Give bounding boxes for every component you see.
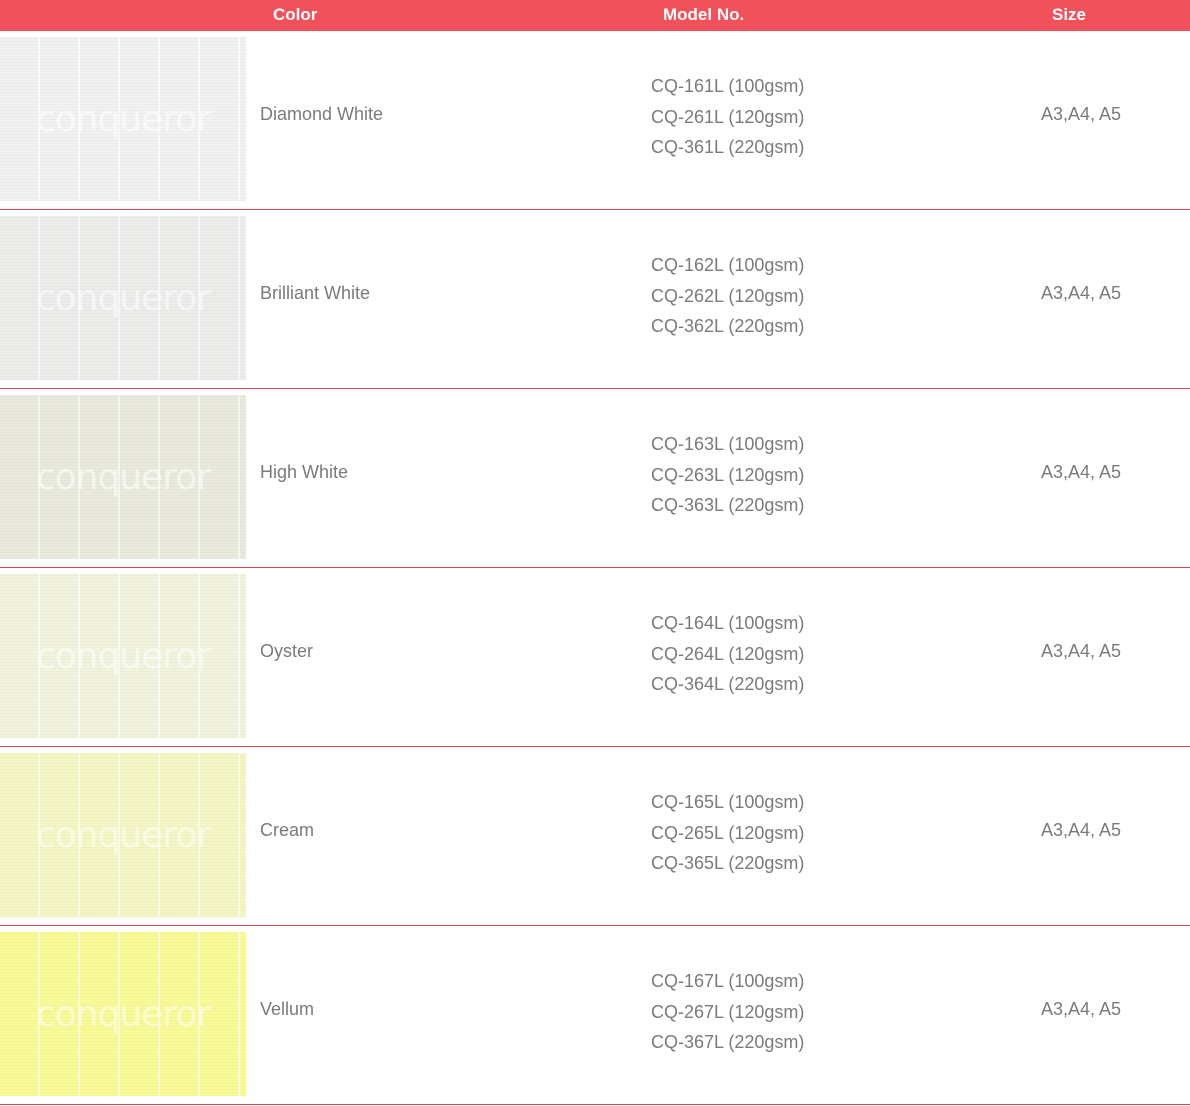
model-number: CQ-361L (220gsm) [651,137,805,157]
model-number: CQ-363L (220gsm) [651,495,805,515]
paper-swatch-image: conqueror [0,932,246,1096]
table-row: conqueror Brilliant White CQ-162L (100gsm)… [0,210,1190,389]
header-size: Size [1052,5,1087,24]
watermark-logo: conqueror [35,457,211,498]
size-value: A3,A4, A5 [1041,999,1122,1019]
model-number: CQ-264L (120gsm) [651,643,805,664]
model-number: CQ-263L (120gsm) [651,464,805,485]
table-row: conqueror Cream CQ-165L (100gsm) CQ-265L (1… [0,747,1190,926]
table-body: conqueror Diamond White CQ-161L (100gsm) CQ… [0,31,1190,1105]
model-number: CQ-163L (100gsm) [651,434,805,454]
size-value: A3,A4, A5 [1041,104,1122,124]
model-number: CQ-165L (100gsm) [651,792,805,812]
table-row: conqueror Diamond White CQ-161L (100gsm) CQ… [0,31,1190,210]
paper-swatch-image: conqueror [0,574,246,738]
model-number: CQ-364L (220gsm) [651,674,805,694]
model-list: CQ-161L (100gsm) CQ-261L (120gsm) CQ-361L … [651,71,804,163]
size-value: A3,A4, A5 [1041,641,1122,661]
paper-swatch-image: conqueror [0,753,246,917]
model-number: CQ-164L (100gsm) [651,613,805,633]
size-value: A3,A4, A5 [1041,283,1122,303]
color-name: Brilliant White [260,283,371,303]
watermark-logo: conqueror [35,636,211,677]
model-list: CQ-163L (100gsm) CQ-263L (120gsm) CQ-363L … [651,429,804,521]
header-model-no: Model No. [663,5,745,24]
table-row: conqueror Vellum CQ-167L (100gsm) CQ-267L (… [0,926,1190,1105]
color-name: Diamond White [260,104,384,124]
model-number: CQ-162L (100gsm) [651,255,805,275]
model-list: CQ-162L (100gsm) CQ-262L (120gsm) CQ-362L … [651,250,804,342]
model-number: CQ-367L (220gsm) [651,1032,805,1052]
model-number: CQ-167L (100gsm) [651,971,805,991]
model-list: CQ-167L (100gsm) CQ-267L (120gsm) CQ-367L … [651,966,804,1058]
watermark-logo: conqueror [35,278,211,319]
watermark-logo: conqueror [35,994,211,1035]
model-list: CQ-165L (100gsm) CQ-265L (120gsm) CQ-365L … [651,787,804,879]
size-value: A3,A4, A5 [1041,462,1122,482]
watermark-logo: conqueror [35,99,211,140]
color-name: Vellum [260,999,315,1019]
model-number: CQ-265L (120gsm) [651,822,805,843]
size-value: A3,A4, A5 [1041,820,1122,840]
paper-swatch-image: conqueror [0,216,246,380]
model-number: CQ-161L (100gsm) [651,76,805,96]
table-header: Color Model No. Size [0,0,1190,31]
watermark-logo: conqueror [35,815,211,856]
model-list: CQ-164L (100gsm) CQ-264L (120gsm) CQ-364L … [651,608,804,700]
paper-swatch-image: conqueror [0,37,246,201]
color-name: Oyster [260,641,314,661]
header-color: Color [273,5,318,24]
table-row: conqueror High White CQ-163L (100gsm) CQ-26… [0,389,1190,568]
model-number: CQ-262L (120gsm) [651,285,805,306]
product-table: Color Model No. Size conqueror Diamond Wh… [0,0,1190,1105]
color-name: High White [260,462,349,482]
model-number: CQ-261L (120gsm) [651,106,805,127]
color-name: Cream [260,820,315,840]
paper-swatch-image: conqueror [0,395,246,559]
model-number: CQ-362L (220gsm) [651,316,805,336]
model-number: CQ-365L (220gsm) [651,853,805,873]
model-number: CQ-267L (120gsm) [651,1001,805,1022]
table-row: conqueror Oyster CQ-164L (100gsm) CQ-264L (… [0,568,1190,747]
